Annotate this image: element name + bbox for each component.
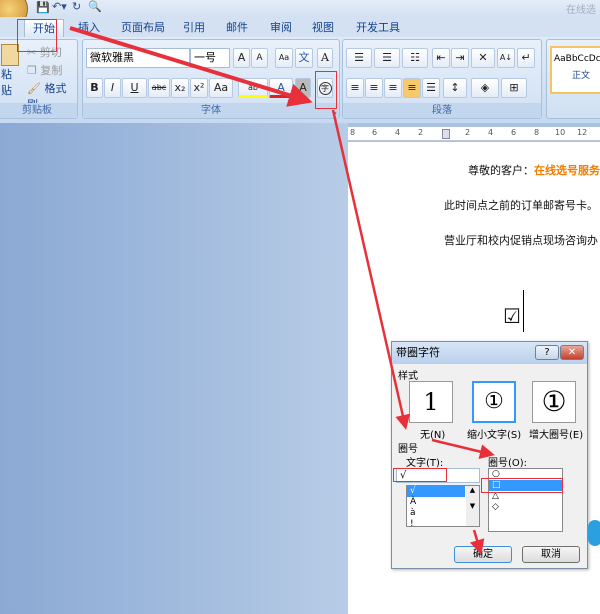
annotation-arrows <box>69 26 495 555</box>
mascot-icon <box>588 520 600 546</box>
arrow-to-ok <box>469 529 485 555</box>
arrow-to-enclose-button <box>69 26 313 107</box>
arrow-to-circle-list <box>431 438 495 459</box>
arrow-to-dialog <box>331 109 411 430</box>
